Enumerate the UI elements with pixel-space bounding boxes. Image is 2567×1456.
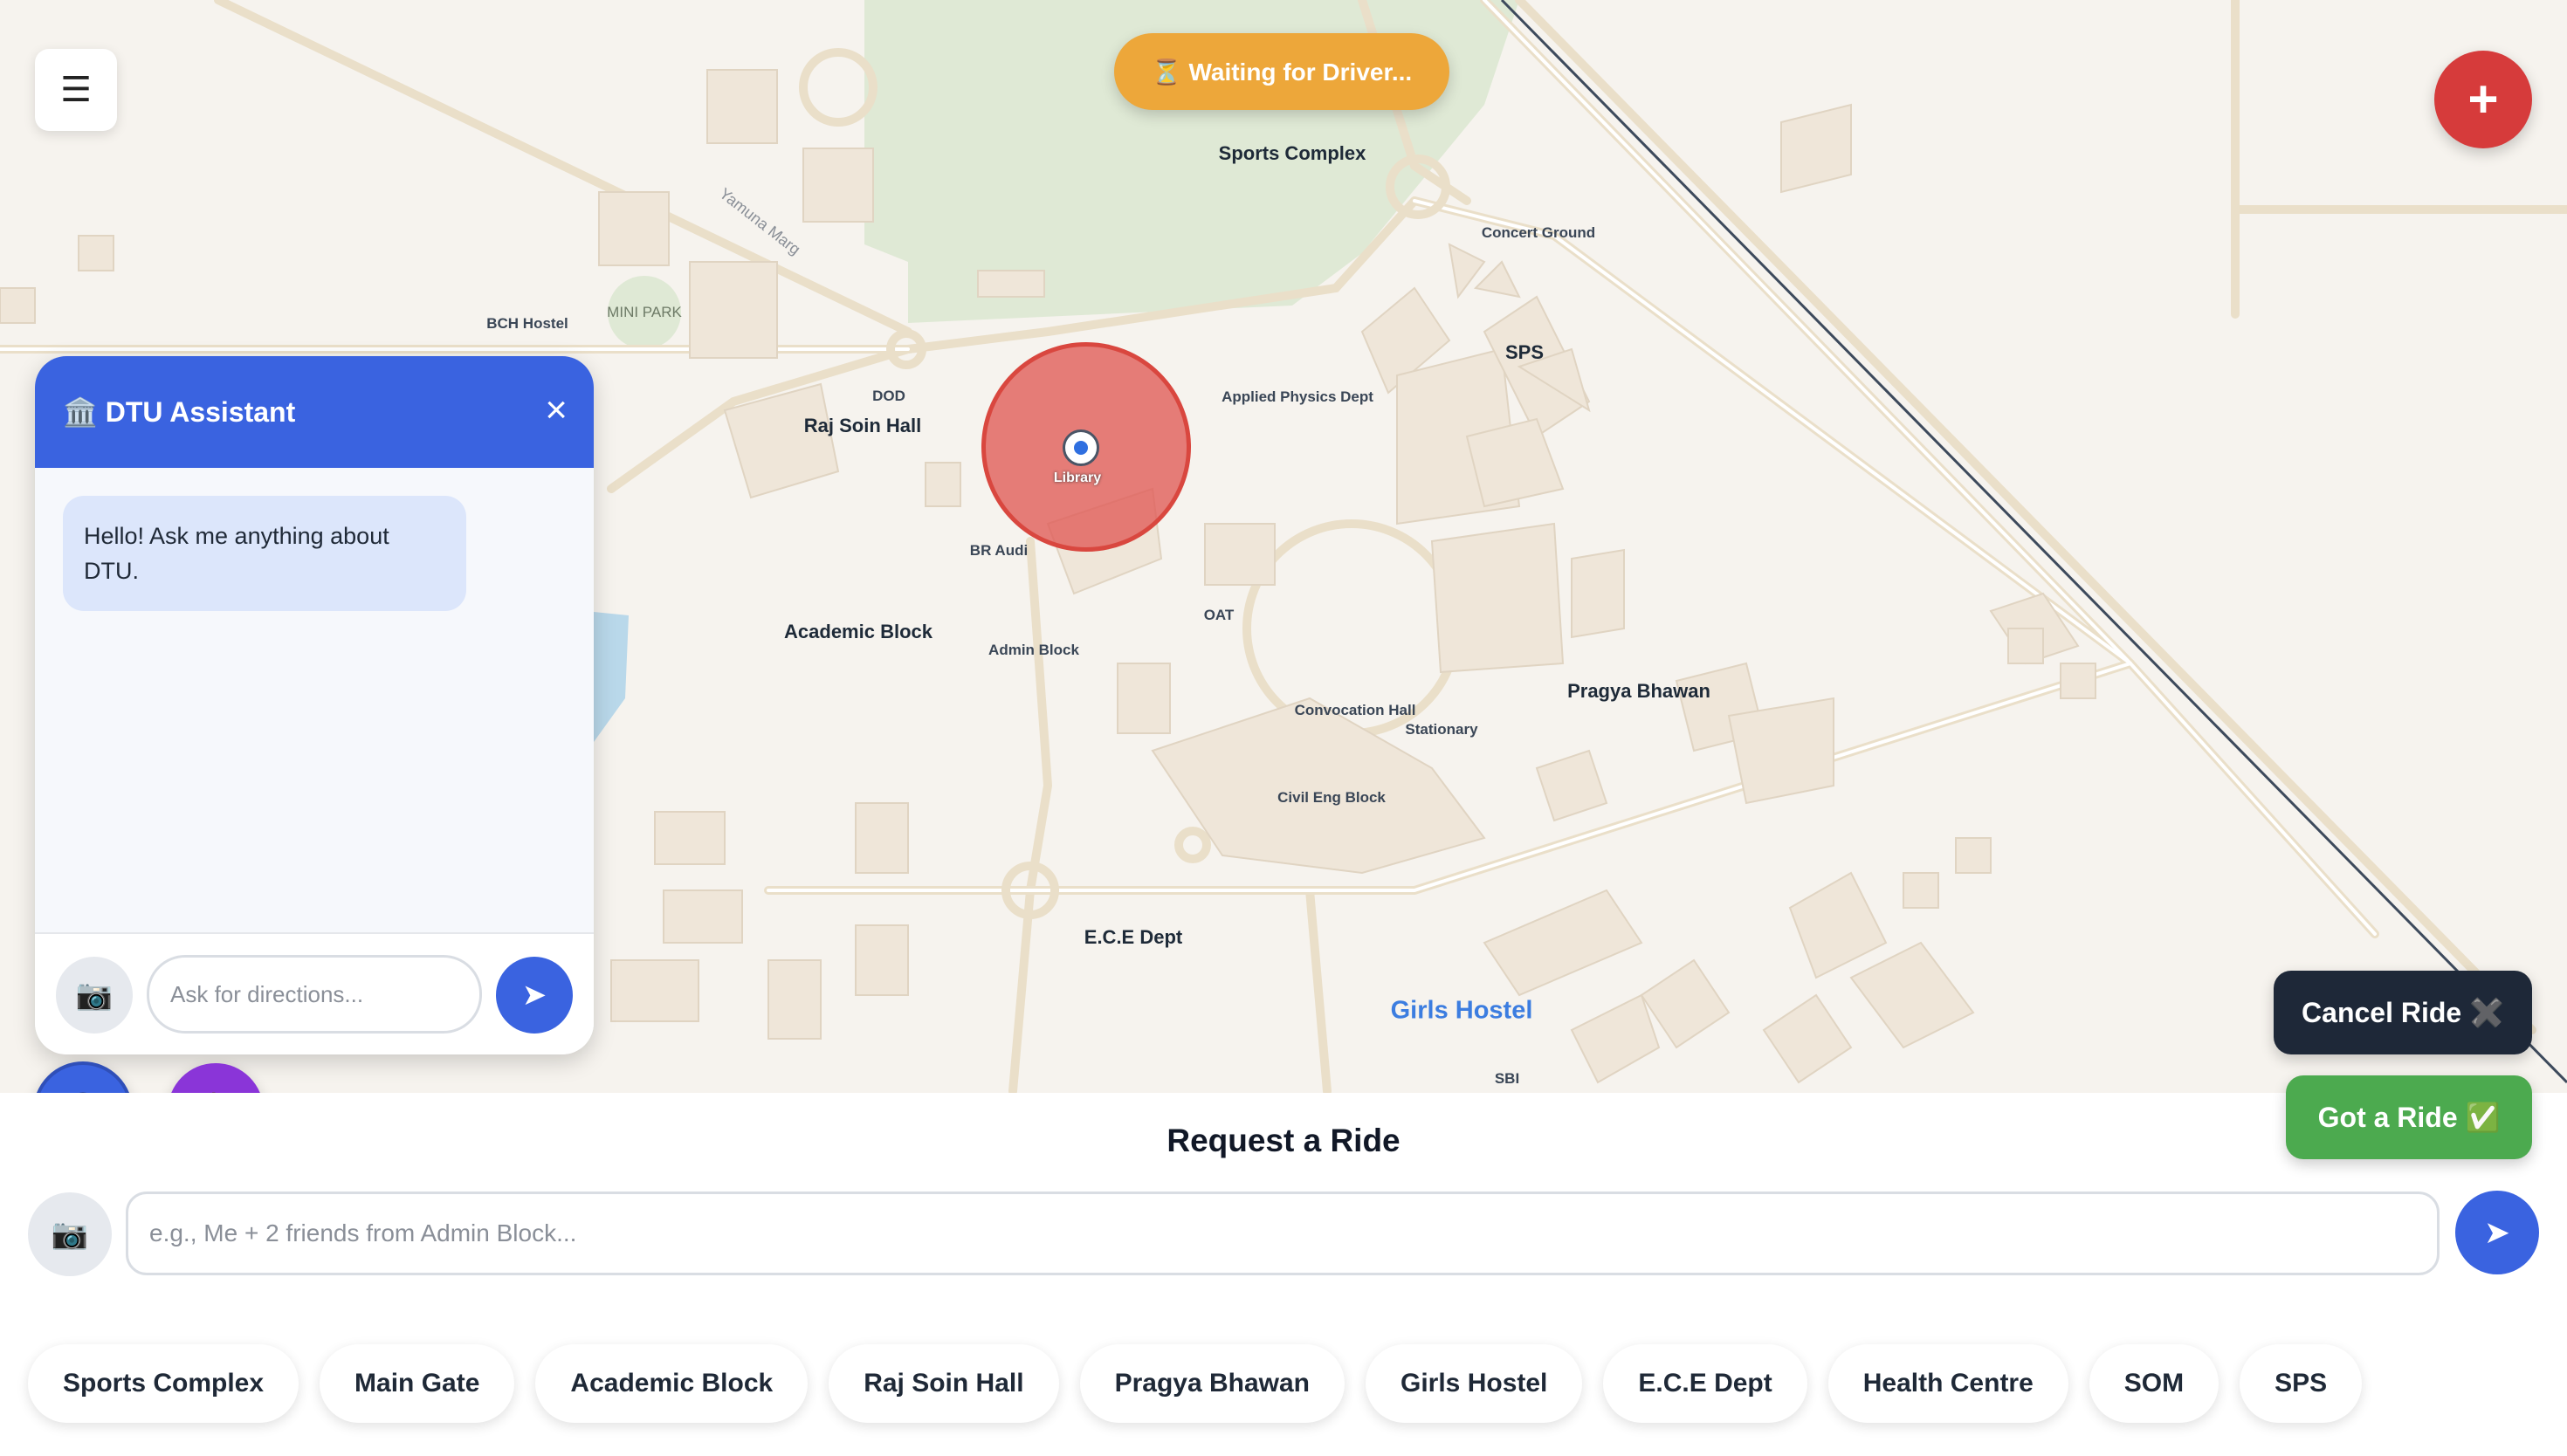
close-icon[interactable]: × [545,391,568,429]
map-label-sbi: SBI [1494,1070,1520,1087]
assistant-message: Hello! Ask me anything about DTU. [63,496,466,611]
map-label-raj-soin-hall: Raj Soin Hall [803,415,922,436]
map-label-sports-complex: Sports Complex [1218,142,1366,164]
map-label-concert-ground: Concert Ground [1481,224,1596,241]
map-label-girls-hostel[interactable]: Girls Hostel [1391,997,1533,1026]
map-label-stationary: Stationary [1405,721,1478,738]
chip-som[interactable]: SOM [2089,1344,2219,1423]
chat-footer: 📷 ➤ [35,932,594,1054]
chat-header: 🏛️ DTU Assistant × [35,356,594,468]
chip-sps[interactable]: SPS [2240,1344,2363,1423]
map-label-br-audi: BR Audi [969,542,1029,559]
map-label-sps: SPS [1504,341,1545,363]
map-label-applied-physics: Applied Physics Dept [1222,388,1373,405]
location-pin-icon[interactable] [1063,429,1099,466]
map-label-academic-block: Academic Block [784,621,933,642]
map-label-admin-block: Admin Block [988,642,1079,658]
chip-health-centre[interactable]: Health Centre [1827,1344,2068,1423]
menu-button[interactable]: ☰ [35,49,117,131]
map-label-mini-park: MINI PARK [607,304,682,320]
chip-ece-dept[interactable]: E.C.E Dept [1603,1344,1807,1423]
map-label-pragya-bhawan: Pragya Bhawan [1567,680,1710,702]
hamburger-icon: ☰ [60,71,92,109]
camera-icon[interactable]: 📷 [28,1192,112,1276]
map-label-oat: OAT [1203,607,1235,623]
chip-raj-soin-hall[interactable]: Raj Soin Hall [829,1344,1059,1423]
quick-location-chips: Sports Complex Main Gate Academic Block … [28,1344,2363,1423]
chip-academic-block[interactable]: Academic Block [535,1344,809,1423]
add-button[interactable]: + [2434,51,2532,148]
driver-status-pill: ⏳ Waiting for Driver... [1114,33,1449,110]
chat-input[interactable] [147,955,482,1034]
cancel-ride-button[interactable]: Cancel Ride ✖️ [2274,971,2532,1054]
map-label-bch-hostel: BCH Hostel [486,315,568,332]
chip-sports-complex[interactable]: Sports Complex [28,1344,299,1423]
map-label-ece-dept: E.C.E Dept [1084,926,1183,948]
map-label-dod: DOD [872,388,905,404]
chip-pragya-bhawan[interactable]: Pragya Bhawan [1079,1344,1345,1423]
chip-main-gate[interactable]: Main Gate [320,1344,515,1423]
send-icon[interactable]: ➤ [2455,1191,2539,1274]
map-label-civil-eng-block: Civil Eng Block [1277,789,1386,806]
ride-request-title: Request a Ride [1167,1123,1400,1158]
map-label-convocation-hall: Convocation Hall [1294,702,1416,718]
chat-title: 🏛️ DTU Assistant [63,396,296,428]
assistant-chat-panel: 🏛️ DTU Assistant × Hello! Ask me anythin… [35,356,594,1054]
plus-icon: + [2467,70,2499,128]
camera-icon[interactable]: 📷 [56,957,133,1034]
send-icon[interactable]: ➤ [496,957,573,1034]
chip-girls-hostel[interactable]: Girls Hostel [1366,1344,1583,1423]
library-marker-label: Library [1053,470,1102,485]
ride-request-input[interactable] [126,1192,2440,1275]
